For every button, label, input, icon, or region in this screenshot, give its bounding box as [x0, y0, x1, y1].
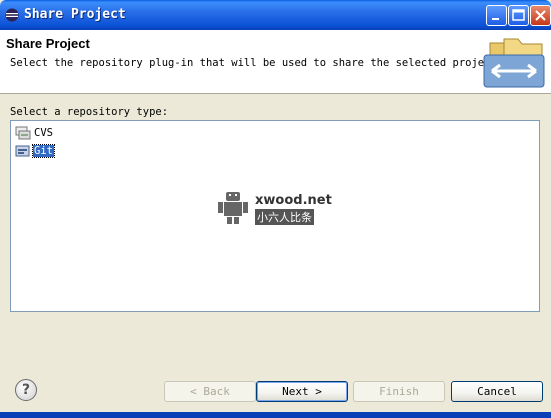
cancel-button[interactable]: Cancel	[451, 381, 543, 402]
share-project-wizard-icon	[483, 38, 545, 88]
list-item-git[interactable]: Git	[15, 143, 55, 159]
wizard-banner: Share Project Select the repository plug…	[0, 30, 551, 94]
maximize-icon	[512, 9, 525, 21]
window-bottom-border	[0, 412, 551, 418]
minimize-button[interactable]	[486, 5, 507, 26]
back-button[interactable]: < Back	[164, 381, 256, 402]
git-icon	[15, 145, 30, 157]
list-item-cvs[interactable]: CVS	[15, 125, 54, 141]
page-description: Select the repository plug-in that will …	[10, 57, 504, 69]
next-button[interactable]: Next >	[256, 381, 348, 402]
watermark-brand: xwood.net	[255, 193, 332, 208]
window-title: Share Project	[24, 7, 126, 22]
close-icon	[535, 10, 546, 21]
finish-button[interactable]: Finish	[353, 381, 445, 402]
watermark-tag: 小六人比条	[255, 209, 314, 225]
page-title: Share Project	[6, 36, 90, 51]
cvs-icon	[15, 126, 31, 140]
watermark: xwood.net 小六人比条	[215, 187, 335, 227]
maximize-button[interactable]	[508, 5, 529, 26]
android-robot-icon	[218, 192, 248, 224]
eclipse-icon	[5, 8, 19, 22]
close-button[interactable]	[530, 5, 551, 26]
title-bar[interactable]: Share Project	[0, 0, 551, 30]
list-item-label: CVS	[34, 127, 53, 139]
help-button[interactable]: ?	[15, 379, 37, 401]
list-item-label: Git	[32, 144, 55, 158]
minimize-icon	[492, 18, 499, 20]
repository-type-label: Select a repository type:	[10, 106, 169, 118]
